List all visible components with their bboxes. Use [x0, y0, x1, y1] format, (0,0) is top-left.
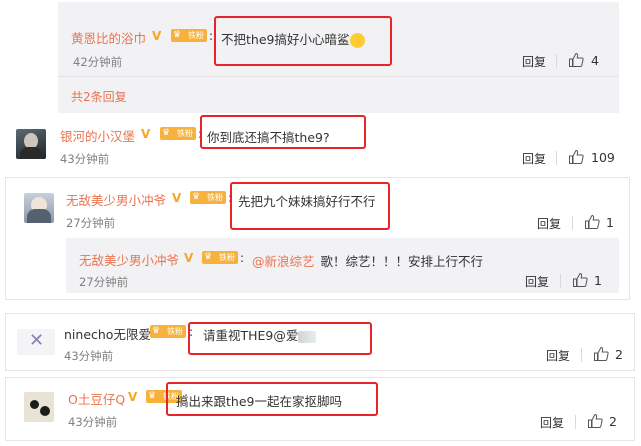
separator — [581, 348, 582, 362]
reply-button[interactable]: 回复 — [525, 273, 549, 290]
thumbs-up-icon[interactable] — [593, 346, 609, 362]
like-count: 2 — [615, 347, 623, 362]
reply-button[interactable]: 回复 — [546, 347, 570, 364]
highlight-box — [188, 322, 372, 355]
thumbs-up-icon[interactable] — [587, 413, 603, 429]
fan-badge-icon: 铁粉 — [190, 191, 226, 204]
separator — [556, 151, 557, 165]
highlight-box — [166, 382, 378, 416]
comment-time: 27分钟前 — [66, 216, 116, 230]
comment-username[interactable]: ninecho无限爱 — [64, 324, 151, 343]
avatar[interactable] — [24, 392, 54, 422]
like-count: 4 — [591, 53, 599, 68]
separator — [560, 274, 561, 288]
like-count: 1 — [606, 215, 614, 230]
like-count: 1 — [594, 273, 602, 288]
avatar[interactable]: ✕ — [17, 329, 55, 355]
highlight-box — [214, 16, 392, 66]
avatar[interactable] — [24, 193, 54, 223]
reply-button[interactable]: 回复 — [522, 53, 546, 70]
avatar[interactable] — [16, 129, 46, 159]
comment-text: @新浪综艺 歌！综艺！！！安排上行不行 — [252, 254, 484, 269]
comment-username[interactable]: O土豆仔Q — [68, 389, 125, 408]
v-verified-icon: V — [141, 127, 151, 141]
fan-badge-icon: 铁粉 — [171, 29, 207, 42]
mention-link[interactable]: @新浪综艺 — [252, 254, 315, 269]
fan-badge-icon: 铁粉 — [160, 127, 196, 140]
comment-colon: : — [209, 29, 214, 43]
thumbs-up-icon[interactable] — [568, 149, 584, 165]
v-verified-icon: V — [184, 251, 194, 265]
comment-time: 42分钟前 — [73, 55, 123, 69]
v-verified-icon: V — [172, 191, 182, 205]
fan-badge-icon: 铁粉 — [150, 325, 186, 338]
more-replies-link[interactable]: 共2条回复 — [71, 88, 127, 105]
separator — [575, 415, 576, 429]
thumbs-up-icon[interactable] — [568, 52, 584, 68]
thumbs-up-icon[interactable] — [584, 214, 600, 230]
highlight-box — [200, 115, 366, 149]
comment-username[interactable]: 银河的小汉堡 — [60, 126, 135, 145]
highlight-box — [230, 182, 390, 230]
comment-username[interactable]: 黄恩比的浴巾 — [71, 28, 146, 47]
v-verified-icon: V — [128, 390, 138, 404]
comment-time: 43分钟前 — [64, 349, 114, 363]
comment-time: 27分钟前 — [79, 275, 129, 289]
thumbs-up-icon[interactable] — [572, 272, 588, 288]
reply-button[interactable]: 回复 — [522, 150, 546, 167]
like-count: 109 — [591, 150, 615, 165]
v-verified-icon: V — [152, 29, 162, 43]
reply-button[interactable]: 回复 — [537, 215, 561, 232]
comment-username[interactable]: 无敌美少男小冲爷 — [79, 250, 179, 269]
comment-username[interactable]: 无敌美少男小冲爷 — [66, 190, 166, 209]
comment-colon: : — [240, 251, 245, 265]
separator — [572, 216, 573, 230]
like-count: 2 — [609, 414, 617, 429]
reply-button[interactable]: 回复 — [540, 414, 564, 431]
comment-time: 43分钟前 — [60, 152, 110, 166]
separator — [556, 54, 557, 68]
fan-badge-icon: 铁粉 — [202, 251, 238, 264]
comment-time: 43分钟前 — [68, 415, 118, 429]
